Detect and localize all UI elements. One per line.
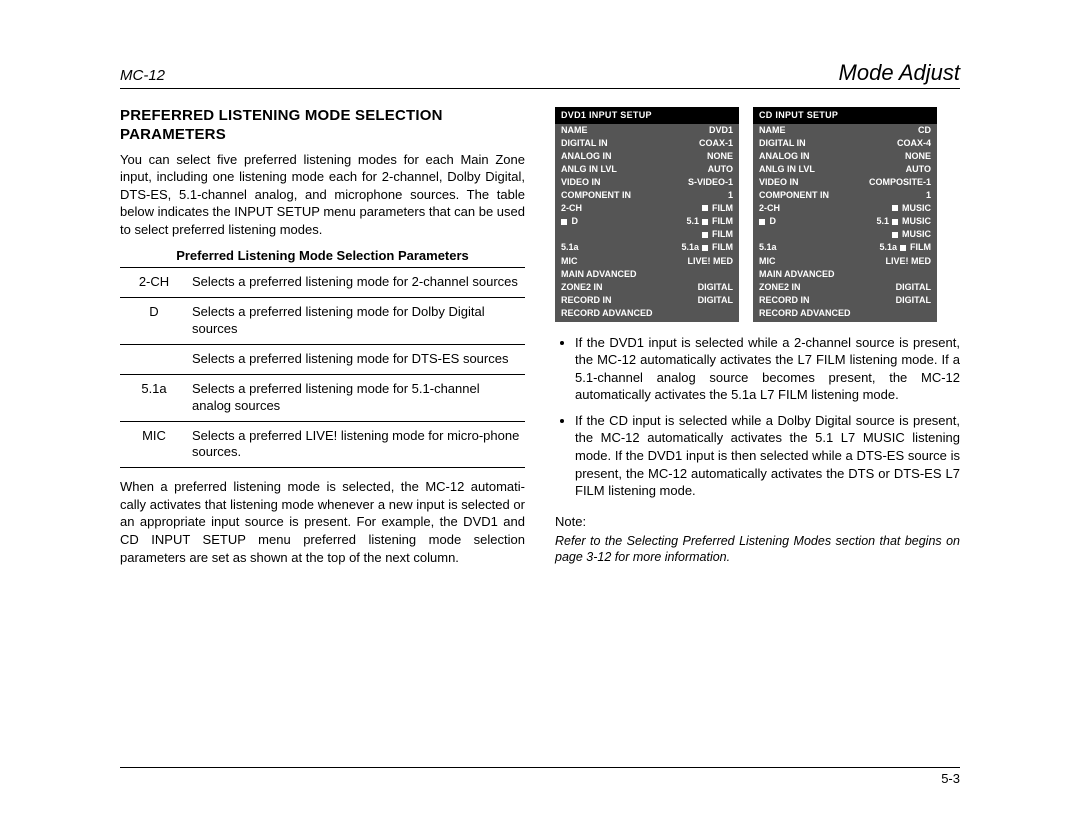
menu-row: RECORD ADVANCED	[753, 307, 937, 320]
header-left: MC-12	[120, 67, 165, 84]
menu-row: 2-CH MUSIC	[753, 202, 937, 215]
menu-title: CD INPUT SETUP	[753, 107, 937, 124]
page-header: MC-12 Mode Adjust	[120, 60, 960, 89]
menu-row: VIDEO INCOMPOSITE-1	[753, 176, 937, 189]
menu-row: MAIN ADVANCED	[753, 268, 937, 281]
table-row: MICSelects a preferred LIVE! listening m…	[120, 421, 525, 468]
menu-row: ANLG IN LVLAUTO	[753, 163, 937, 176]
section-title: PREFERRED LISTENING MODE SELECTION PARAM…	[120, 107, 525, 145]
menu-row: MICLIVE! MED	[555, 255, 739, 268]
menu-row: FILM	[555, 228, 739, 241]
menu-title: DVD1 INPUT SETUP	[555, 107, 739, 124]
menu-row: DIGITAL INCOAX-4	[753, 137, 937, 150]
menu-row: COMPONENT IN1	[555, 189, 739, 202]
menu-row: RECORD INDIGITAL	[555, 294, 739, 307]
explanation-list: If the DVD1 input is selected while a 2-…	[555, 334, 960, 500]
menu-row: DIGITAL INCOAX-1	[555, 137, 739, 150]
menu-row: COMPONENT IN1	[753, 189, 937, 202]
menu-row: ZONE2 INDIGITAL	[753, 281, 937, 294]
table-caption: Preferred Listening Mode Selection Param…	[120, 248, 525, 268]
menu-row: 5.1a5.1a FILM	[555, 241, 739, 254]
menu-row: 2-CH FILM	[555, 202, 739, 215]
menu-row: VIDEO INS-VIDEO-1	[555, 176, 739, 189]
menu-row: RECORD INDIGITAL	[753, 294, 937, 307]
menu-row: 5.1a5.1a FILM	[753, 241, 937, 254]
menu-row: RECORD ADVANCED	[555, 307, 739, 320]
table-row: DSelects a preferred listening mode for …	[120, 298, 525, 345]
menu-row: ANALOG INNONE	[555, 150, 739, 163]
menu-row: D5.1 MUSIC	[753, 215, 937, 228]
menu-row: NAMEDVD1	[555, 124, 739, 137]
table-row: 2-CHSelects a preferred listening mode f…	[120, 268, 525, 297]
cd-input-setup-menu: CD INPUT SETUP NAMECDDIGITAL INCOAX-4ANA…	[753, 107, 937, 322]
page-number: 5-3	[941, 771, 960, 786]
note-label: Note:	[555, 514, 960, 529]
menu-row: MICLIVE! MED	[753, 255, 937, 268]
menu-row: ANALOG INNONE	[753, 150, 937, 163]
parameters-table: 2-CHSelects a preferred listening mode f…	[120, 268, 525, 468]
page-footer: 5-3	[120, 767, 960, 786]
menu-row: D5.1 FILM	[555, 215, 739, 228]
table-row: Selects a preferred listening mode for D…	[120, 344, 525, 374]
intro-paragraph: You can select five preferred listening …	[120, 151, 525, 239]
menu-row: ZONE2 INDIGITAL	[555, 281, 739, 294]
dvd1-input-setup-menu: DVD1 INPUT SETUP NAMEDVD1DIGITAL INCOAX-…	[555, 107, 739, 322]
table-row: 5.1aSelects a preferred listening mode f…	[120, 374, 525, 421]
menu-row: MAIN ADVANCED	[555, 268, 739, 281]
menu-row: ANLG IN LVLAUTO	[555, 163, 739, 176]
menu-row: NAMECD	[753, 124, 937, 137]
menu-row: MUSIC	[753, 228, 937, 241]
note-body: Refer to the Selecting Preferred Listeni…	[555, 533, 960, 566]
list-item: If the DVD1 input is selected while a 2-…	[575, 334, 960, 404]
list-item: If the CD input is selected while a Dolb…	[575, 412, 960, 500]
setup-menus: DVD1 INPUT SETUP NAMEDVD1DIGITAL INCOAX-…	[555, 107, 960, 322]
after-table-paragraph: When a preferred listening mode is selec…	[120, 478, 525, 566]
header-right: Mode Adjust	[839, 60, 960, 86]
